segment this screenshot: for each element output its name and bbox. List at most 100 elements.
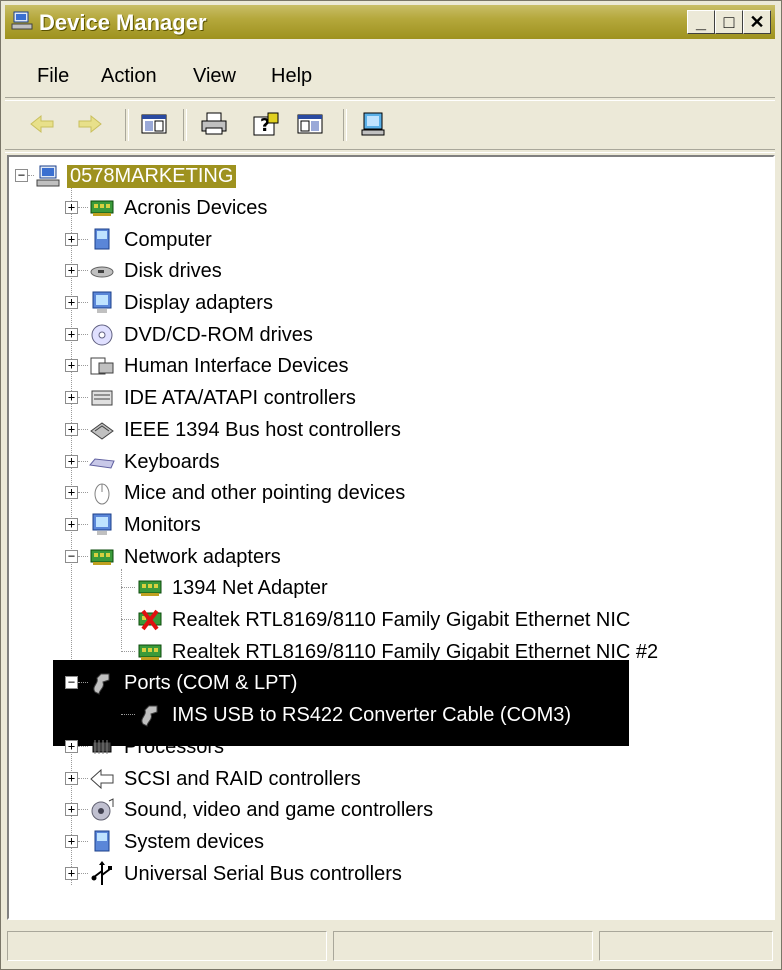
menu-divider — [5, 97, 775, 101]
tree-category[interactable]: Human Interface Devices — [89, 351, 352, 381]
tree-category[interactable]: DVD/CD-ROM drives — [89, 320, 316, 350]
back-arrow-icon[interactable] — [27, 109, 57, 139]
expand-toggle[interactable]: + — [65, 867, 78, 880]
close-icon: ✕ — [749, 12, 765, 32]
tree-connector-line — [78, 524, 88, 525]
help-icon[interactable]: ? — [251, 109, 281, 139]
tree-connector-line — [78, 365, 88, 366]
expand-toggle[interactable]: + — [65, 391, 78, 404]
tree-connector-line — [78, 239, 88, 240]
tree-device[interactable]: Realtek RTL8169/8110 Family Gigabit Ethe… — [137, 637, 661, 667]
expand-toggle[interactable]: + — [65, 772, 78, 785]
tree-category[interactable]: Acronis Devices — [89, 193, 270, 223]
keyboard-icon — [89, 458, 115, 469]
close-button[interactable]: ✕ — [743, 10, 771, 34]
title-bar[interactable]: Device Manager _ □ ✕ — [5, 5, 775, 39]
maximize-icon: □ — [723, 12, 735, 32]
tree-connector-line — [78, 461, 88, 462]
tree-category[interactable]: Mice and other pointing devices — [89, 478, 408, 508]
category-label: Computer — [124, 228, 212, 251]
status-panel — [333, 931, 593, 961]
tree-connector-line — [28, 175, 34, 176]
category-label: Keyboards — [124, 450, 220, 473]
device-manager-icon — [11, 11, 33, 30]
show-hide-tree-icon[interactable] — [139, 109, 169, 139]
category-label: System devices — [124, 830, 265, 853]
tree-category[interactable]: System devices — [89, 827, 267, 857]
expand-toggle[interactable]: − — [65, 550, 78, 563]
sound-icon — [91, 798, 114, 821]
expand-toggle[interactable]: + — [65, 835, 78, 848]
tree-device[interactable]: IMS USB to RS422 Converter Cable (COM3) — [137, 700, 574, 730]
tree-category[interactable]: Sound, video and game controllers — [89, 795, 436, 825]
tree-connector-line — [78, 429, 88, 430]
computer-icon — [36, 165, 60, 187]
maximize-button[interactable]: □ — [715, 10, 743, 34]
category-label: Ports (COM & LPT) — [124, 671, 298, 694]
tree-category[interactable]: Universal Serial Bus controllers — [89, 859, 405, 889]
expand-toggle[interactable]: + — [65, 328, 78, 341]
tree-category[interactable]: IEEE 1394 Bus host controllers — [89, 415, 404, 445]
tree-connector-line — [78, 778, 88, 779]
expand-toggle[interactable]: + — [65, 359, 78, 372]
print-icon[interactable] — [199, 109, 229, 139]
expand-toggle[interactable]: + — [65, 740, 78, 753]
tree-category[interactable]: SCSI and RAID controllers — [89, 764, 364, 794]
tree-connector-line — [78, 873, 88, 874]
tree-device[interactable]: Realtek RTL8169/8110 Family Gigabit Ethe… — [137, 605, 633, 635]
expand-toggle[interactable]: + — [65, 423, 78, 436]
window-title: Device Manager — [39, 10, 207, 35]
expand-toggle[interactable]: + — [65, 296, 78, 309]
tree-category[interactable]: Keyboards — [89, 447, 223, 477]
menu-file[interactable]: File — [37, 65, 69, 88]
tree-root[interactable]: 0578MARKETING — [35, 161, 237, 191]
expand-toggle[interactable]: + — [65, 486, 78, 499]
device-tree-pane[interactable]: − 0578MARKETING + Acronis Devices + Comp… — [7, 155, 775, 920]
scsi-icon — [90, 768, 114, 790]
expand-toggle[interactable]: + — [65, 455, 78, 468]
tree-connector-line — [121, 651, 135, 652]
scan-hardware-icon[interactable] — [359, 109, 389, 139]
mouse-icon — [94, 483, 110, 505]
port-icon — [93, 673, 110, 695]
root-collapse-button[interactable]: − — [15, 169, 28, 182]
ide-icon — [91, 390, 113, 406]
tree-category[interactable]: Network adapters — [89, 542, 284, 572]
tree-connector-line — [78, 207, 88, 208]
toolbar-separator — [183, 109, 187, 141]
toolbar-divider — [5, 149, 775, 153]
tree-category[interactable]: Disk drives — [89, 256, 225, 286]
expand-toggle[interactable]: + — [65, 201, 78, 214]
device-label: IMS USB to RS422 Converter Cable (COM3) — [172, 703, 572, 726]
menu-view[interactable]: View — [193, 65, 236, 88]
expand-toggle[interactable]: + — [65, 264, 78, 277]
expand-toggle[interactable]: + — [65, 803, 78, 816]
usb-icon — [91, 861, 112, 885]
menu-help[interactable]: Help — [271, 65, 312, 88]
properties-icon[interactable] — [295, 109, 325, 139]
menu-action[interactable]: Action — [101, 65, 157, 88]
category-label: SCSI and RAID controllers — [124, 767, 361, 790]
computer-icon — [94, 228, 110, 250]
network-card-icon — [138, 644, 162, 660]
tree-device[interactable]: 1394 Net Adapter — [137, 573, 331, 603]
device-label: 1394 Net Adapter — [172, 576, 328, 599]
category-label: IEEE 1394 Bus host controllers — [124, 418, 401, 441]
forward-arrow-icon[interactable] — [75, 109, 105, 139]
disk-drive-icon — [90, 266, 114, 278]
minimize-button[interactable]: _ — [687, 10, 715, 34]
tree-category[interactable]: Display adapters — [89, 288, 276, 318]
expand-toggle[interactable]: + — [65, 518, 78, 531]
category-label: Monitors — [124, 513, 201, 536]
tree-category[interactable]: Ports (COM & LPT) — [89, 668, 300, 698]
toolbar: ? — [5, 103, 775, 147]
hid-icon — [90, 357, 114, 375]
tree-connector-line — [121, 587, 135, 588]
tree-category[interactable]: Monitors — [89, 510, 204, 540]
tree-category[interactable]: Computer — [89, 225, 215, 255]
tree-category[interactable]: IDE ATA/ATAPI controllers — [89, 383, 359, 413]
expand-toggle[interactable]: + — [65, 233, 78, 246]
category-label: Sound, video and game controllers — [124, 798, 434, 821]
expand-toggle[interactable]: − — [65, 676, 78, 689]
tree-category[interactable]: Processors — [89, 732, 227, 762]
